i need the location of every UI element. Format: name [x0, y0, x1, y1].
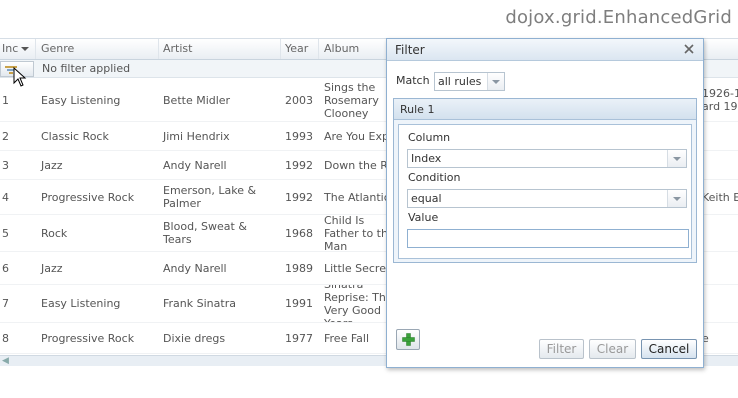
- cell-inx: 2: [2, 129, 9, 143]
- condition-select[interactable]: equal: [407, 189, 687, 208]
- cell-inx: 8: [2, 331, 9, 345]
- match-select-value: all rules: [438, 75, 482, 88]
- column-select[interactable]: Index: [407, 149, 687, 168]
- filter-dialog: Filter Match all rules Rule 1 Column Ind…: [386, 38, 704, 368]
- match-select[interactable]: all rules: [434, 72, 505, 91]
- dropdown-button[interactable]: [667, 150, 686, 167]
- filter-button[interactable]: Filter: [539, 339, 584, 359]
- cell-genre: Progressive Rock: [41, 331, 135, 345]
- cell-year: 1977: [285, 331, 313, 345]
- rule-body: Column Index Condition equal Value: [398, 124, 692, 259]
- cell-inx: 3: [2, 158, 9, 172]
- value-label: Value: [408, 211, 439, 224]
- cell-extra: e: [702, 331, 709, 345]
- app-root: dojox.grid.EnhancedGrid Inc Genre Artist…: [0, 0, 738, 398]
- add-rule-button[interactable]: [396, 329, 420, 350]
- cell-genre: Rock: [41, 226, 68, 240]
- cell-inx: 4: [2, 190, 9, 204]
- cell-year: 1992: [285, 158, 313, 172]
- cancel-button[interactable]: Cancel: [641, 339, 697, 359]
- cell-year: 1989: [285, 261, 313, 275]
- column-header-artist[interactable]: Artist: [159, 39, 281, 59]
- match-label: Match: [396, 74, 430, 87]
- rule-panel: Rule 1 Column Index Condition equal Valu…: [393, 98, 697, 263]
- page-title: dojox.grid.EnhancedGrid: [505, 7, 732, 28]
- cell-artist: Jimi Hendrix: [163, 129, 230, 143]
- scroll-left-icon[interactable]: ◀: [2, 357, 12, 366]
- cell-inx: 6: [2, 261, 9, 275]
- chevron-down-icon: [673, 197, 681, 201]
- chevron-down-icon: [673, 157, 681, 161]
- cell-year: 1993: [285, 129, 313, 143]
- condition-select-value: equal: [411, 192, 442, 205]
- cell-artist: Bette Midler: [163, 93, 231, 107]
- rule-title: Rule 1: [400, 103, 435, 116]
- dropdown-button[interactable]: [487, 73, 504, 90]
- cell-genre: Jazz: [41, 158, 63, 172]
- cell-artist: Dixie dregs: [163, 331, 226, 345]
- cell-year: 1992: [285, 190, 313, 204]
- cell-year: 1968: [285, 226, 313, 240]
- cell-artist: Frank Sinatra: [163, 297, 236, 310]
- column-header-year[interactable]: Year: [281, 39, 319, 59]
- cell-inx: 5: [2, 226, 9, 240]
- cell-extra: 1926-1 ard 192: [702, 87, 738, 113]
- cell-artist: Blood, Sweat & Tears: [163, 220, 247, 246]
- cell-year: 2003: [285, 93, 313, 107]
- cell-artist: Andy Narell: [163, 261, 227, 275]
- cell-year: 1991: [285, 297, 313, 310]
- value-input[interactable]: [407, 229, 689, 248]
- cell-artist: Andy Narell: [163, 158, 227, 172]
- dialog-title: Filter: [395, 43, 425, 57]
- cell-genre: Easy Listening: [41, 93, 121, 107]
- chevron-down-icon: [492, 80, 500, 84]
- column-header-genre[interactable]: Genre: [37, 39, 159, 59]
- mouse-pointer-icon: [13, 67, 27, 87]
- clear-button[interactable]: Clear: [589, 339, 636, 359]
- cell-extra: Keith Em: [702, 190, 738, 204]
- rule-title-bar[interactable]: Rule 1: [394, 99, 696, 120]
- column-header-label: Inc: [2, 42, 19, 55]
- cell-genre: Classic Rock: [41, 129, 109, 143]
- cell-genre: Jazz: [41, 261, 63, 275]
- dialog-title-bar[interactable]: Filter: [387, 39, 703, 61]
- sort-desc-icon: [21, 47, 30, 51]
- cell-genre: Progressive Rock: [41, 190, 135, 204]
- condition-label: Condition: [408, 171, 461, 184]
- cell-inx: 7: [2, 297, 9, 310]
- column-header-inx[interactable]: Inc: [0, 39, 36, 59]
- cell-genre: Easy Listening: [41, 297, 121, 310]
- filter-status-text: No filter applied: [42, 62, 131, 75]
- dropdown-button[interactable]: [667, 190, 686, 207]
- cell-artist: Emerson, Lake & Palmer: [163, 184, 257, 210]
- plus-icon: [402, 333, 415, 346]
- close-icon[interactable]: [683, 43, 695, 55]
- column-label: Column: [408, 131, 451, 144]
- column-select-value: Index: [411, 152, 442, 165]
